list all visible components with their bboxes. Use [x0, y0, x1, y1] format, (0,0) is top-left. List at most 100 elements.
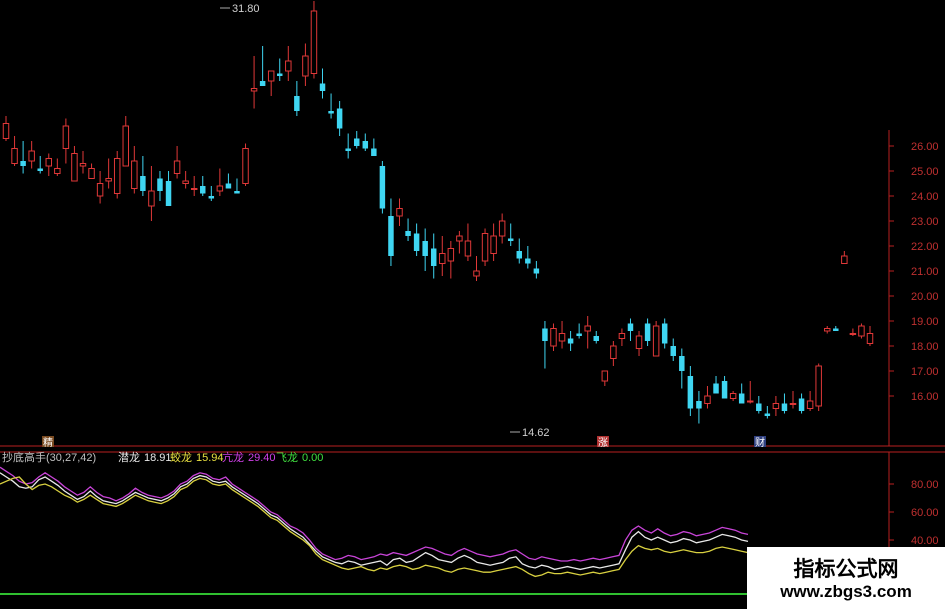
candle-body-up — [190, 188, 198, 190]
candle-body-up — [849, 333, 857, 335]
indicator-title: 抄底高手(30,27,42) — [2, 450, 96, 464]
candle-body-down — [687, 376, 694, 409]
candle-body-up — [79, 163, 87, 167]
candle-body-up — [45, 158, 53, 167]
watermark-url: www.zbgs3.com — [780, 582, 912, 601]
candle-body-up — [250, 88, 258, 92]
price-tick-label: 22.00 — [911, 241, 939, 253]
candle-body-up — [823, 328, 831, 332]
candle-body-up — [216, 185, 224, 192]
candle-body-up — [242, 148, 249, 184]
candle-body-down — [516, 251, 523, 259]
stock-chart: 26.00 25.00 24.00 23.00 22.00 21.00 20.00 19.00… — [0, 0, 945, 609]
candle-body-up — [729, 393, 737, 399]
candle-body-down — [576, 333, 582, 336]
price-tick-label: 25.00 — [911, 166, 939, 178]
legend-jiaolong-value: 15.94 — [196, 452, 224, 464]
candle-body-down — [696, 401, 702, 409]
candle-body-down — [738, 393, 745, 404]
candle-body-up — [267, 70, 275, 82]
candle-body-up — [635, 335, 643, 349]
site-watermark: 指标公式网 www.zbgs3.com — [747, 547, 945, 609]
candle-body-up — [456, 235, 463, 242]
candle-body-down — [661, 323, 668, 344]
candle-body-down — [533, 268, 540, 274]
indicator-tick-label: 80.00 — [911, 479, 939, 491]
low-price-label: 14.62 — [522, 427, 550, 439]
candle-body-down — [140, 176, 146, 191]
candle-body-up — [815, 365, 822, 407]
event-badge-1-label: 精 — [43, 436, 53, 449]
candle-body-up — [148, 190, 155, 207]
high-price-label: 31.80 — [232, 3, 260, 15]
legend-qianlong-name: 潜龙 — [118, 450, 140, 464]
candle-body-up — [841, 255, 848, 264]
watermark-title: 指标公式网 — [793, 557, 899, 581]
price-tick-label: 16.00 — [911, 391, 939, 403]
candle-body-down — [328, 111, 334, 114]
candle-body-down — [542, 328, 548, 341]
candle-body-down — [798, 398, 805, 411]
candle-body-up — [105, 178, 112, 182]
candle-body-down — [713, 383, 719, 394]
indicator-lines — [0, 466, 749, 578]
price-tick-label: 17.00 — [911, 366, 939, 378]
indicator-line — [0, 476, 749, 578]
event-badge-3-label: 财 — [755, 436, 765, 449]
price-tick-label: 23.00 — [911, 216, 939, 228]
candle-body-down — [225, 183, 232, 189]
indicator-line — [0, 466, 749, 562]
candle-body-up — [464, 240, 472, 257]
price-tick-label: 20.00 — [911, 291, 939, 303]
price-tick-label: 18.00 — [911, 341, 939, 353]
candle-body-down — [388, 216, 394, 256]
candle-body-up — [789, 403, 797, 405]
candle-body-down — [507, 238, 514, 241]
candle-body-down — [567, 338, 574, 344]
candle-body-up — [11, 148, 18, 164]
candle-body-up — [310, 10, 318, 74]
candle-body-down — [259, 81, 266, 86]
candle-body-down — [405, 231, 411, 236]
candle-body-down — [157, 178, 163, 191]
indicator-line — [0, 472, 749, 571]
candle-body-down — [593, 336, 599, 341]
candle-body-down — [679, 356, 685, 371]
candle-body-down — [833, 328, 839, 331]
candle-body-down — [277, 73, 283, 76]
candle-body-up — [113, 158, 121, 194]
candle-body-down — [627, 323, 634, 331]
candle-body-up — [54, 168, 61, 174]
candle-body-down — [345, 148, 351, 151]
candle-body-up — [490, 235, 497, 254]
candle-body-down — [644, 323, 651, 341]
price-tick-label: 19.00 — [911, 316, 939, 328]
candle-body-up — [28, 150, 35, 162]
candle-body-up — [62, 125, 70, 149]
candle-body-up — [806, 400, 814, 409]
candle-body-up — [550, 328, 557, 347]
candlestick-series — [2, 0, 874, 424]
candle-body-down — [764, 413, 771, 416]
candle-body-up — [131, 160, 138, 189]
candle-body-down — [294, 96, 300, 111]
candle-body-down — [371, 148, 377, 156]
candle-body-up — [2, 123, 10, 139]
candle-body-up — [858, 325, 865, 337]
candle-body-up — [558, 333, 566, 342]
price-tick-label: 26.00 — [911, 141, 939, 153]
legend-jiaolong-name: 蛟龙 — [170, 450, 192, 464]
candle-body-up — [96, 183, 104, 197]
candle-body-up — [122, 125, 129, 167]
candle-body-down — [208, 196, 215, 199]
candle-body-down — [670, 346, 676, 356]
candle-body-up — [652, 325, 660, 357]
candle-body-up — [772, 403, 780, 409]
event-badge-2-label: 涨 — [598, 437, 608, 449]
candle-body-up — [610, 345, 617, 359]
price-tick-label: 21.00 — [911, 266, 939, 278]
candle-body-down — [781, 403, 788, 411]
candle-body-up — [447, 248, 455, 262]
candle-body-down — [319, 83, 326, 91]
candle-body-up — [439, 253, 446, 264]
